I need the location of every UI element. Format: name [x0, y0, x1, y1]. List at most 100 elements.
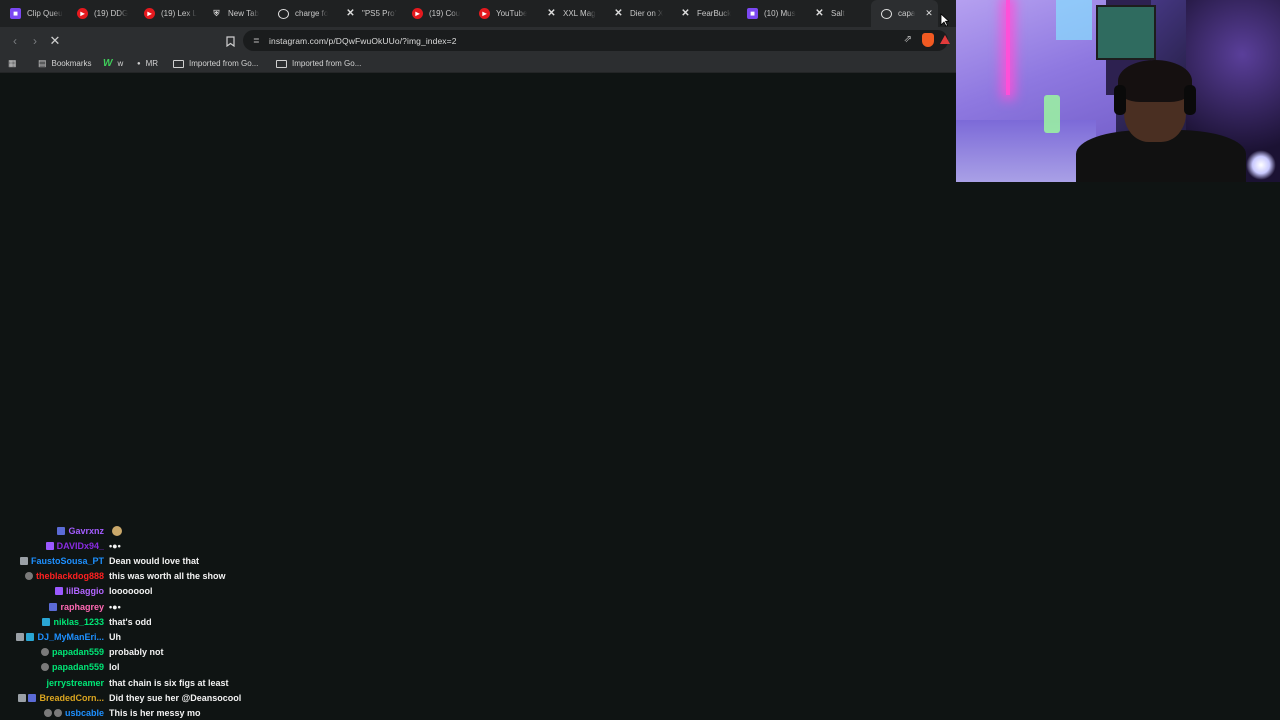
chat-username[interactable]: DJ_MyManEri... [37, 632, 104, 642]
close-tab-icon[interactable]: ✕ [924, 8, 934, 18]
tab-title: "PS5 Pro" [362, 9, 398, 18]
chat-username[interactable]: Gavrxnz [68, 526, 104, 536]
chat-username[interactable]: raphagrey [60, 602, 104, 612]
tab-title: Clip Queu [27, 9, 63, 18]
browser-tab[interactable]: charge fo [268, 0, 335, 27]
chat-username[interactable]: FaustoSousa_PT [31, 556, 104, 566]
browser-tab[interactable]: ▸ (19) Cou [402, 0, 469, 27]
browser-tab[interactable]: ✕ XXL Mag [536, 0, 603, 27]
chat-message: theblackdog888 this was worth all the sho… [0, 569, 320, 584]
bookmark-folder-2[interactable]: Imported from Go... [276, 57, 361, 70]
bookmark-mr[interactable]: ● MR [137, 57, 158, 70]
browser-tab[interactable]: ▸ (19) Lex L [134, 0, 201, 27]
browser-tab[interactable]: ⛨ New Tab [201, 0, 268, 27]
tab-title: YouTube [496, 9, 528, 18]
chat-badge-icon [16, 632, 25, 641]
chat-username[interactable]: papadan559 [52, 662, 104, 672]
browser-tab[interactable]: ✕ "PS5 Pro" [335, 0, 402, 27]
chat-message: jerrystreamer that chain is six figs at l… [0, 675, 320, 690]
tab-title: (10) Mus [764, 9, 796, 18]
x-icon: ✕ [815, 7, 824, 19]
bookmark-folder-1[interactable]: Imported from Go... [173, 57, 258, 70]
browser-tab[interactable]: ✕ Dier on X [603, 0, 670, 27]
apps-grid-icon[interactable]: ▦ [8, 57, 17, 70]
youtube-icon: ▸ [479, 8, 490, 19]
youtube-icon: ▸ [144, 8, 155, 19]
tab-title: Dier on X [630, 9, 664, 18]
browser-tab[interactable]: ✕ Salt [804, 0, 871, 27]
tab-strip: ■ Clip Queu ▸ (19) DDG ▸ (19) Lex L ⛨ New Tab ch… [0, 0, 956, 27]
chat-message: FaustoSousa_PT Dean would love that [0, 553, 320, 568]
brave-icon: ⛨ [213, 8, 220, 18]
browser-tab[interactable]: ✕ FearBuck [670, 0, 737, 27]
chat-message-text: •●• [109, 601, 121, 612]
chat-message-text: lol [109, 662, 120, 673]
chat-badge-icon [45, 541, 54, 550]
bookmark-w[interactable]: W w [103, 57, 123, 70]
tab-title: (19) Lex L [161, 9, 198, 18]
chat-badge-icon [42, 617, 51, 626]
google-icon [881, 8, 892, 19]
chat-badge-icon [28, 693, 37, 702]
chat-message-text: Uh [109, 631, 121, 642]
tab-title: FearBuck [697, 9, 732, 18]
forward-button[interactable]: › [25, 31, 45, 51]
back-button[interactable]: ‹ [5, 31, 25, 51]
tab-title: Salt [831, 9, 845, 18]
chat-username[interactable]: theblackdog888 [36, 571, 104, 581]
chat-message: DJ_MyManEri... Uh [0, 629, 320, 644]
browser-tab[interactable]: ■ (10) Mus [737, 0, 804, 27]
chat-message-text: this was worth all the show [109, 571, 226, 582]
brave-shields-icon[interactable] [922, 33, 934, 47]
bookmarks-icon: ▤ [38, 58, 47, 68]
emote-icon [112, 525, 122, 536]
chat-message-text: Dean would love that [109, 555, 200, 566]
browser-tab[interactable]: ▸ (19) DDG [67, 0, 134, 27]
twitch-icon: ■ [747, 8, 758, 19]
chat-username[interactable]: jerrystreamer [46, 678, 104, 688]
chat-badge-icon [18, 693, 27, 702]
tab-title: XXL Mag [563, 9, 596, 18]
browser-tab[interactable]: capa ✕ [871, 0, 938, 27]
bookmarks-bar: ▦ ▤ Bookmarks W w ● MR Imported from Go.… [0, 54, 956, 73]
chat-message: raphagrey •●• [0, 599, 320, 614]
chat-username[interactable]: papadan559 [52, 647, 104, 657]
x-icon: ✕ [547, 7, 556, 19]
chat-username[interactable]: BreadedCorn... [39, 693, 104, 703]
browser-toolbar: ‹ › ✕ ≣ instagram.com/p/DQwFwuOkUUo/?img… [0, 27, 956, 54]
chat-message: BreadedCorn... Did they sue her @Deansoco… [0, 690, 320, 705]
chat-message-text: This is her messy mo [109, 707, 201, 718]
bookmark-page-icon[interactable] [220, 31, 240, 51]
google-icon [278, 8, 289, 19]
browser-tab[interactable]: ■ Clip Queu [0, 0, 67, 27]
browser-tab[interactable]: ▸ YouTube [469, 0, 536, 27]
chat-message-text: Did they sue her @Deansocool [109, 692, 242, 703]
tab-title: capa [898, 9, 916, 18]
chat-username[interactable]: lilBaggio [66, 586, 104, 596]
chat-badge-icon [19, 556, 28, 565]
youtube-icon: ▸ [77, 8, 88, 19]
mr-icon: ● [137, 60, 141, 67]
chat-username[interactable]: usbcable [65, 708, 104, 718]
chat-username[interactable]: niklas_1233 [53, 617, 104, 627]
chat-message: lilBaggio loooooool [0, 584, 320, 599]
twitch-icon: ■ [10, 8, 21, 19]
chat-message-text: •●• [109, 540, 121, 551]
tab-title: (19) DDG [94, 9, 129, 18]
stop-loading-button[interactable]: ✕ [45, 31, 65, 51]
chat-username[interactable]: DAVIDx94_ [57, 541, 104, 551]
chat-message-text: that chain is six figs at least [109, 677, 229, 688]
chat-badge-icon [24, 572, 33, 581]
bookmark-bookmarks[interactable]: ▤ Bookmarks [38, 57, 92, 70]
site-info-icon[interactable]: ≣ [253, 36, 265, 45]
share-icon[interactable]: ⇗ [904, 34, 912, 45]
chat-message: papadan559 lol [0, 660, 320, 675]
w-icon: W [103, 58, 113, 69]
chat-badge-icon [40, 663, 49, 672]
brave-rewards-icon[interactable] [940, 35, 950, 44]
youtube-icon: ▸ [412, 8, 423, 19]
x-icon: ✕ [614, 7, 623, 19]
address-bar[interactable]: ≣ instagram.com/p/DQwFwuOkUUo/?img_index… [243, 30, 950, 51]
tab-title: (19) Cou [429, 9, 461, 18]
chat-badge-icon [43, 708, 52, 717]
